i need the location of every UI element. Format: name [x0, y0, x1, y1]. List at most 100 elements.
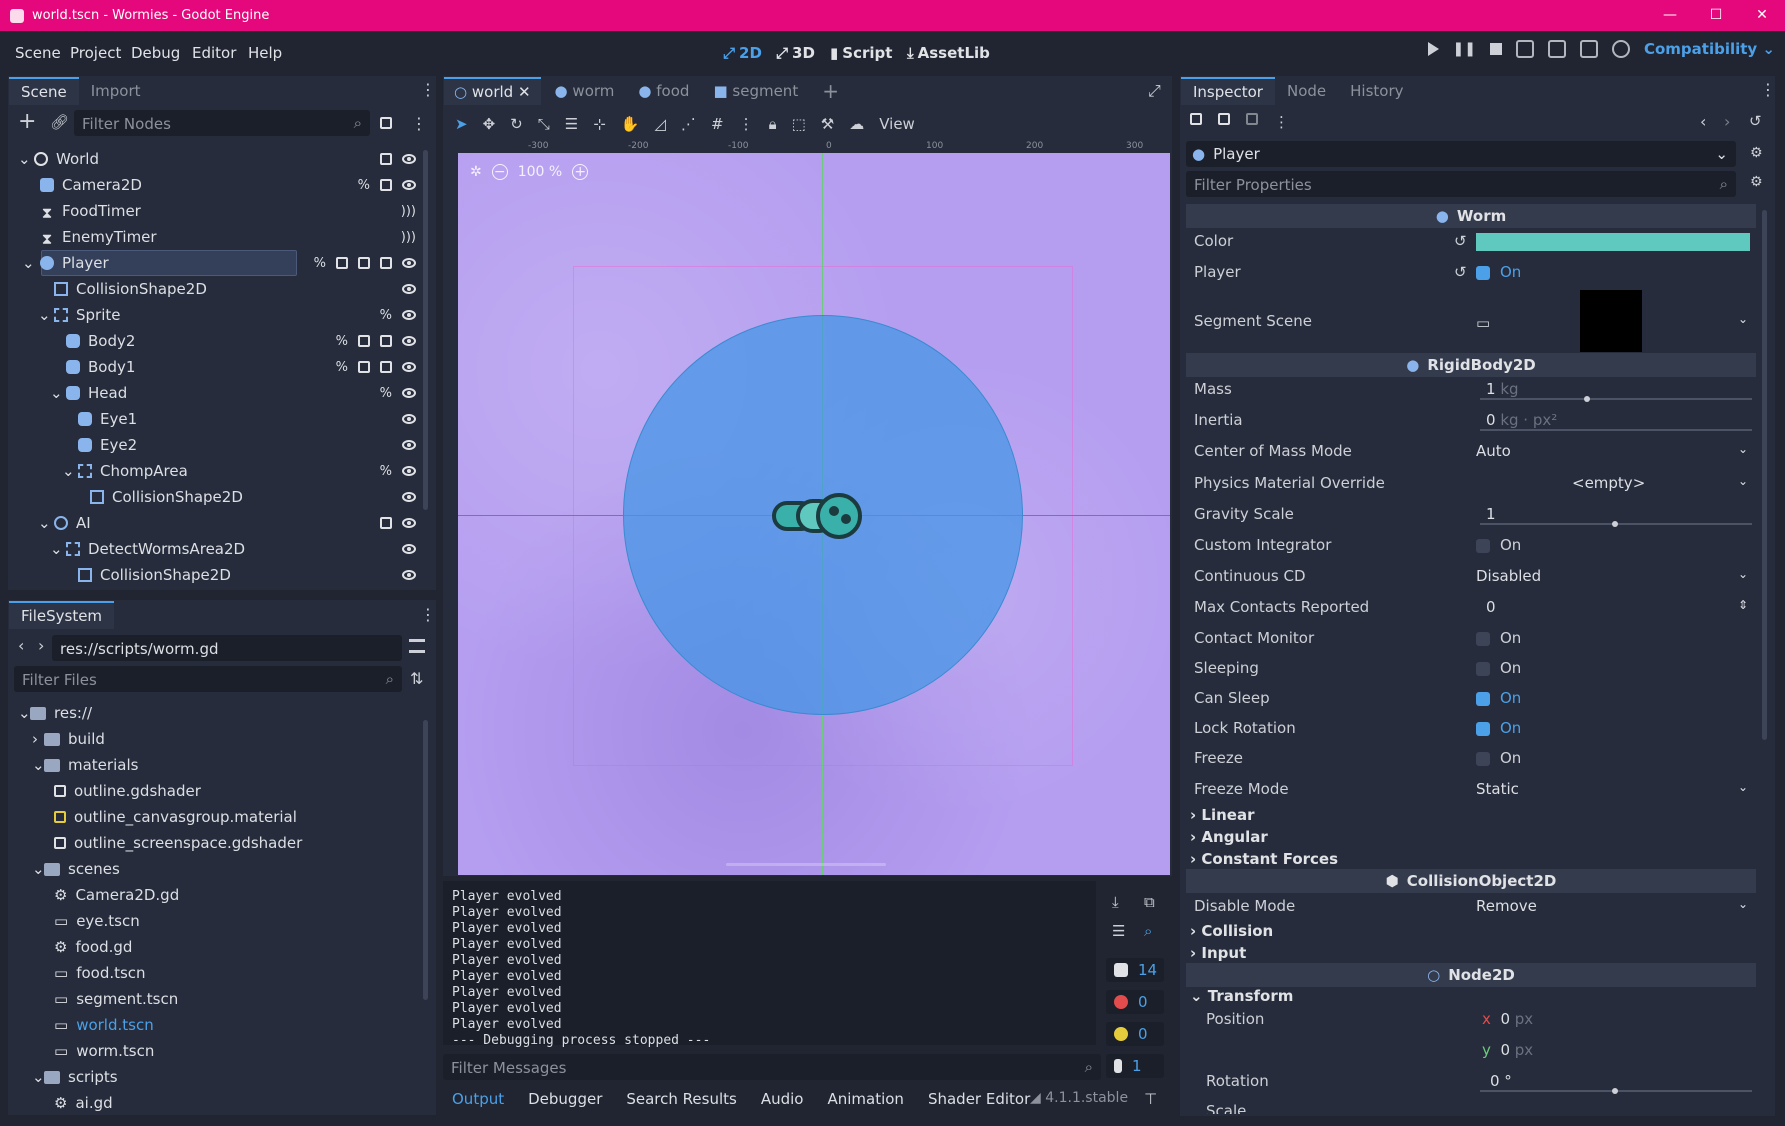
tab-segment[interactable]: ■ segment	[703, 78, 808, 104]
play-icon[interactable]	[1427, 42, 1439, 56]
freeze-checkbox[interactable]	[1476, 751, 1490, 766]
object-history-icon[interactable]: ↺	[1749, 112, 1762, 130]
mode-2d-button[interactable]: ⤢ 2D	[723, 44, 762, 62]
visibility-eye-icon[interactable]	[402, 466, 416, 476]
movie-maker-icon[interactable]	[1611, 40, 1630, 58]
menu-project[interactable]: Project	[70, 44, 121, 62]
options-icon[interactable]: ⋮	[1274, 113, 1289, 131]
percent-icon[interactable]: %	[380, 308, 392, 323]
pivot-tool-icon[interactable]: ⊹	[593, 115, 606, 133]
visibility-eye-icon[interactable]	[402, 258, 416, 268]
filter-files-input[interactable]: Filter Files ⌕	[14, 666, 402, 692]
visibility-eye-icon[interactable]	[402, 570, 416, 580]
player-checkbox[interactable]	[1476, 265, 1490, 280]
menu-scene[interactable]: Scene	[15, 44, 61, 62]
prop-rotation[interactable]: Rotation 0 °	[1186, 1066, 1760, 1096]
worm-head[interactable]	[816, 493, 862, 539]
scale-tool-icon[interactable]: ⤡	[538, 115, 550, 133]
file-item-worm-tscn[interactable]: ▭ worm.tscn	[18, 1038, 154, 1064]
percent-icon[interactable]: %	[336, 360, 348, 375]
visibility-eye-icon[interactable]	[402, 492, 416, 502]
visibility-eye-icon[interactable]	[402, 284, 416, 294]
zoom-level[interactable]: 100 %	[518, 164, 562, 180]
file-item-food-gd[interactable]: ⚙ food.gd	[18, 934, 132, 960]
add-tab-icon[interactable]: +	[812, 75, 849, 107]
script-icon[interactable]	[380, 179, 392, 191]
clear-log-icon[interactable]: ⤓	[1112, 893, 1119, 911]
remote-debug-icon[interactable]	[1515, 40, 1534, 58]
tree-node-detectwormsarea2d[interactable]: ⌄ DetectWormsArea2D	[14, 536, 424, 562]
forward-icon[interactable]: ›	[38, 636, 44, 655]
mode-script-button[interactable]: ▮ Script	[830, 44, 892, 62]
tree-node-eye2[interactable]: Eye2	[14, 432, 424, 458]
tree-node-collisionshape2d[interactable]: CollisionShape2D	[14, 562, 424, 588]
prop-scale[interactable]: Scale	[1186, 1098, 1760, 1114]
slider-grabber[interactable]	[1612, 521, 1618, 527]
tab-food[interactable]: ● food	[628, 78, 699, 104]
ruler-tool-icon[interactable]: ◿	[654, 115, 666, 133]
visibility-eye-icon[interactable]	[402, 518, 416, 528]
tab-inspector[interactable]: Inspector	[1181, 76, 1275, 105]
menu-editor[interactable]: Editor	[192, 44, 236, 62]
prop-position-y[interactable]: y 0 px	[1186, 1035, 1760, 1065]
search-icon[interactable]: ⌕	[1144, 922, 1152, 940]
visibility-eye-icon[interactable]	[402, 310, 416, 320]
tab-output[interactable]: Output	[452, 1090, 504, 1108]
tree-node-foodtimer[interactable]: ⧗ FoodTimer )))	[14, 198, 424, 224]
file-item-materials[interactable]: ⌄ materials	[18, 752, 138, 778]
history-back-icon[interactable]: ‹	[1700, 112, 1706, 131]
prop-freeze-mode[interactable]: Freeze Mode Static ⌄	[1186, 774, 1760, 804]
script-icon[interactable]	[380, 335, 392, 347]
tree-node-chomparea[interactable]: ⌄ ChompArea %	[14, 458, 424, 484]
visibility-eye-icon[interactable]	[402, 336, 416, 346]
files-scrollbar[interactable]	[423, 720, 428, 1000]
file-item-outline-canvasgroup-material[interactable]: outline_canvasgroup.material	[18, 804, 297, 830]
zoom-out-icon[interactable]: −	[491, 164, 508, 180]
category-linear[interactable]: › Linear	[1190, 806, 1254, 824]
tree-node-player[interactable]: ⌄ Player %	[14, 250, 424, 276]
visibility-eye-icon[interactable]	[402, 544, 416, 554]
contact-monitor-checkbox[interactable]	[1476, 631, 1490, 646]
can-sleep-checkbox[interactable]	[1476, 691, 1490, 706]
tree-node-enemytimer[interactable]: ⧗ EnemyTimer )))	[14, 224, 424, 250]
link-icon[interactable]: 🔗︎	[50, 113, 69, 131]
file-item-build[interactable]: › build	[18, 726, 105, 752]
panel-menu-icon[interactable]: ⋮	[420, 80, 436, 99]
back-icon[interactable]: ‹	[18, 636, 24, 655]
tree-node-body1[interactable]: Body1 %	[14, 354, 424, 380]
scene-instance-icon[interactable]	[358, 257, 370, 269]
bone-icon[interactable]: ⚒	[821, 115, 834, 133]
list-select-icon[interactable]: ☰	[565, 115, 578, 133]
new-resource-icon[interactable]	[1190, 113, 1202, 125]
path-input[interactable]: res://scripts/worm.gd	[52, 635, 402, 661]
scene-preview[interactable]	[1580, 290, 1642, 352]
tab-filesystem[interactable]: FileSystem	[9, 600, 115, 629]
script-icon[interactable]	[380, 257, 392, 269]
slider-grabber[interactable]	[1612, 1088, 1618, 1094]
prop-center-of-mass-mode[interactable]: Center of Mass Mode Auto ⌄	[1186, 436, 1760, 466]
prop-inertia[interactable]: Inertia 0 kg · px²	[1186, 405, 1760, 435]
category-constant-forces[interactable]: › Constant Forces	[1190, 850, 1338, 868]
percent-icon[interactable]: %	[380, 464, 392, 479]
visibility-eye-icon[interactable]	[402, 388, 416, 398]
split-view-icon[interactable]	[409, 639, 425, 653]
prop-max-contacts-reported[interactable]: Max Contacts Reported 0 ⇕	[1186, 592, 1760, 622]
move-tool-icon[interactable]: ✥	[483, 115, 496, 133]
save-resource-icon[interactable]	[1246, 113, 1258, 125]
object-tools-icon[interactable]: ⚙	[1750, 145, 1763, 161]
snap-options-icon[interactable]: ⋮	[739, 115, 754, 133]
property-options-icon[interactable]: ⚙	[1750, 174, 1763, 190]
signal-icon[interactable]: )))	[401, 204, 416, 219]
tree-node-head[interactable]: ⌄ Head %	[14, 380, 424, 406]
canvas-viewport[interactable]	[458, 153, 1170, 875]
filter-messages-input[interactable]: Filter Messages ⌕	[443, 1054, 1101, 1080]
tree-node-collisionshape2d[interactable]: CollisionShape2D	[14, 484, 424, 510]
tab-debugger[interactable]: Debugger	[528, 1090, 602, 1108]
tab-node[interactable]: Node	[1275, 78, 1338, 104]
close-tab-icon[interactable]: ✕	[518, 83, 531, 101]
file-item-scenes[interactable]: ⌄ scenes	[18, 856, 120, 882]
tab-shader-editor[interactable]: Shader Editor	[928, 1090, 1030, 1108]
tree-node-ai[interactable]: ⌄ AI	[14, 510, 424, 536]
cloud-icon[interactable]: ☁	[849, 115, 864, 133]
percent-icon[interactable]: %	[314, 256, 326, 271]
